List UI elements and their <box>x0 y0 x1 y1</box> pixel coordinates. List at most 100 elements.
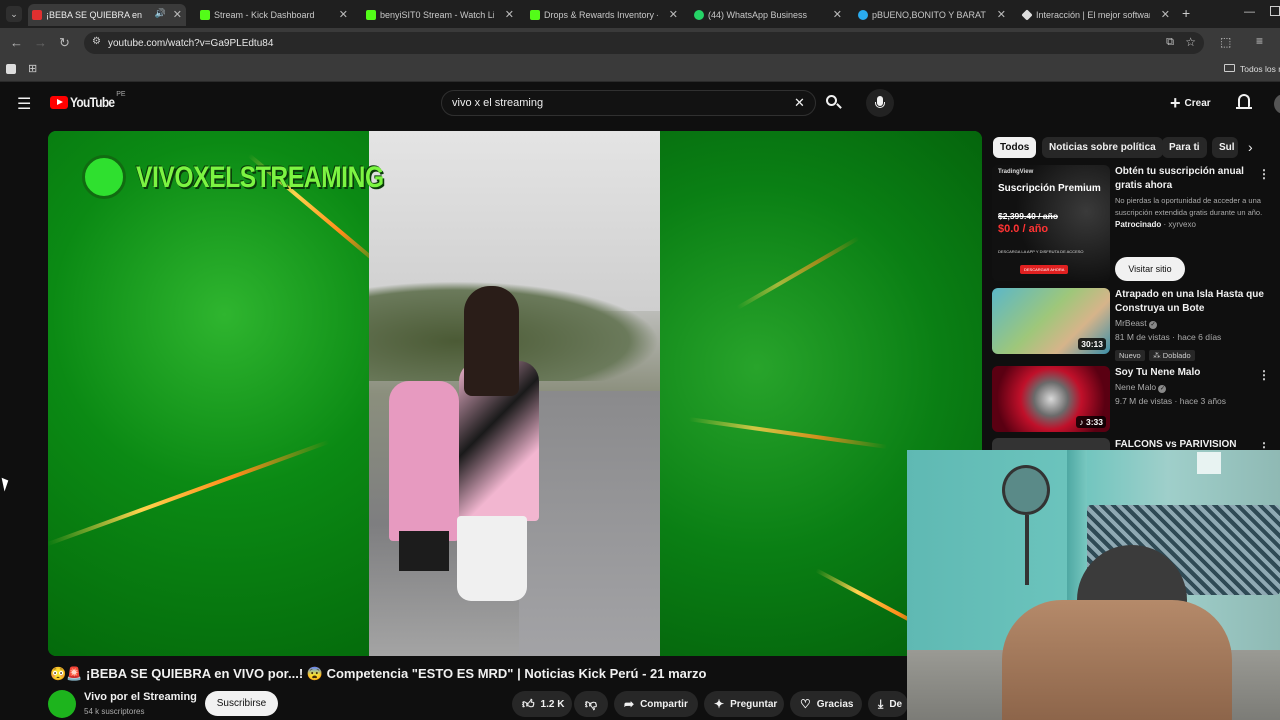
dubbed-icon: ⁂ <box>1153 351 1161 360</box>
maximize-icon[interactable] <box>1270 6 1280 16</box>
dislike-button[interactable]: 👎︎ <box>574 691 608 717</box>
whatsapp-favicon-icon <box>694 10 704 20</box>
bell-icon <box>1238 94 1250 107</box>
channel-name[interactable]: Nene Malo ✓ <box>1115 380 1265 394</box>
tab-search-icon[interactable]: ⌄ <box>6 6 22 22</box>
menu-icon[interactable]: ≡ <box>1256 34 1263 48</box>
close-tab-icon[interactable]: ✕ <box>1161 8 1170 21</box>
verified-icon: ✓ <box>1149 321 1158 329</box>
speaker-icon[interactable]: 🔊 <box>155 8 166 19</box>
share-button[interactable]: ➦ Compartir <box>614 691 698 717</box>
chip-more[interactable]: Sul <box>1212 137 1238 158</box>
tab-interaccion[interactable]: Interacción | El mejor software ✕ <box>1018 4 1174 26</box>
video-title[interactable]: Soy Tu Nene Malo <box>1115 366 1265 380</box>
tab-label: Stream - Kick Dashboard <box>214 10 315 20</box>
like-button[interactable]: 👍︎ 1.2 K <box>512 691 572 717</box>
person-white-skirt <box>457 516 527 601</box>
hamburger-menu-icon[interactable]: ☰ <box>17 94 31 114</box>
bookmark-star-icon[interactable]: ☆ <box>1185 35 1196 49</box>
tab-kick-stream[interactable]: benyiSIT0 Stream - Watch Live ✕ <box>362 4 518 26</box>
mouse-cursor-icon <box>1 476 11 492</box>
fan-head <box>1002 465 1050 515</box>
channel-name[interactable]: Vivo por el Streaming <box>84 691 197 703</box>
thumbs-down-icon: 👎︎ <box>584 696 598 711</box>
video-title: 😳🚨 ¡BEBA SE QUIEBRA en VIVO por...! 😨 Co… <box>50 666 707 681</box>
more-options-icon[interactable]: ⋮ <box>1258 440 1270 450</box>
visit-site-button[interactable]: Visitar sitio <box>1115 257 1185 281</box>
video-player[interactable]: VIVOXELSTREAMING <box>48 131 982 656</box>
ad-title[interactable]: Obtén tu suscripción anual gratis ahora <box>1115 165 1265 193</box>
dubbed-badge: ⁂ Doblado <box>1149 350 1195 361</box>
video-frame-photo <box>369 131 660 656</box>
address-bar[interactable]: ⚙ youtube.com/watch?v=Ga9PLEdtu84 ⧉ ☆ <box>84 32 1204 54</box>
ask-button[interactable]: ✦ Preguntar <box>704 691 784 717</box>
new-badge: Nuevo <box>1115 350 1145 361</box>
like-count: 1.2 K <box>540 698 565 710</box>
download-icon: ⤓ <box>878 696 884 711</box>
subscribe-button[interactable]: Suscribirse <box>205 691 278 716</box>
video-thumbnail[interactable] <box>992 438 1110 450</box>
notifications-button[interactable] <box>1236 94 1252 109</box>
video-title[interactable]: Atrapado en una Isla Hasta que Construya… <box>1115 288 1265 316</box>
new-tab-icon[interactable]: + <box>1182 5 1190 21</box>
video-thumbnail[interactable]: 30:13 <box>992 288 1110 354</box>
chip-for-you[interactable]: Para ti <box>1162 137 1207 158</box>
person-pink-shirt <box>389 381 459 541</box>
chip-all[interactable]: Todos <box>993 137 1037 158</box>
close-tab-icon[interactable]: ✕ <box>173 8 182 21</box>
tab-kick-dashboard[interactable]: Stream - Kick Dashboard ✕ <box>196 4 352 26</box>
forward-icon[interactable]: → <box>34 35 47 50</box>
tab-youtube[interactable]: ¡BEBA SE QUIEBRA en 🔊 ✕ <box>28 4 186 26</box>
thanks-button[interactable]: ♡ Gracias <box>790 691 862 717</box>
overlay-brand-text: VIVOXELSTREAMING <box>136 161 384 194</box>
reload-icon[interactable]: ↻ <box>59 35 70 51</box>
video-duration: ♪ 3:33 <box>1076 416 1106 428</box>
video-thumbnail[interactable]: ♪ 3:33 <box>992 366 1110 432</box>
back-icon[interactable]: ← <box>10 35 23 50</box>
chip-politics-news[interactable]: Noticias sobre política <box>1042 137 1163 158</box>
more-options-icon[interactable]: ⋮ <box>1258 167 1270 181</box>
tab-kick-drops[interactable]: Drops & Rewards Inventory - K ✕ <box>526 4 682 26</box>
close-tab-icon[interactable]: ✕ <box>505 8 514 21</box>
search-button[interactable] <box>816 90 850 116</box>
extensions-icon[interactable]: ⬚ <box>1220 35 1231 49</box>
more-options-icon[interactable]: ⋮ <box>1258 368 1270 382</box>
video-meta: Atrapado en una Isla Hasta que Construya… <box>1115 288 1265 363</box>
recommendation-item[interactable]: FALCONS vs PARIVISION ⋮ <box>992 438 1280 450</box>
voice-search-button[interactable] <box>866 89 894 117</box>
channel-name[interactable]: MrBeast ✓ <box>1115 316 1265 330</box>
video-title[interactable]: FALCONS vs PARIVISION <box>1115 438 1265 450</box>
recommendation-item[interactable]: ♪ 3:33 Soy Tu Nene Malo Nene Malo ✓ 9.7 … <box>992 366 1280 438</box>
ad-dot: · <box>1163 220 1167 229</box>
folder-icon[interactable] <box>1224 64 1235 72</box>
close-tab-icon[interactable]: ✕ <box>997 8 1006 21</box>
youtube-logo[interactable]: YouTube PE <box>50 91 126 110</box>
create-button[interactable]: + Crear <box>1170 92 1211 114</box>
minimize-icon[interactable]: — <box>1244 6 1255 18</box>
chevron-right-icon[interactable]: › <box>1248 139 1253 155</box>
search-input[interactable]: vivo x el streaming ✕ <box>441 90 816 116</box>
url-text: youtube.com/watch?v=Ga9PLEdtu84 <box>108 37 274 49</box>
green-screen-left <box>48 131 369 656</box>
channel-avatar[interactable] <box>48 690 76 718</box>
apps-grid-icon[interactable]: ⊞ <box>28 62 37 75</box>
tab-telegram[interactable]: pBUENO,BONITO Y BARATO ✕ <box>854 4 1010 26</box>
clear-search-icon[interactable]: ✕ <box>794 95 805 111</box>
ad-thumb-button: DESCARGAR AHORA <box>1020 265 1069 274</box>
ad-thumb-headline: Suscripción Premium <box>998 183 1101 194</box>
all-bookmarks-label[interactable]: Todos los m <box>1240 64 1280 74</box>
bookmark-icon[interactable] <box>6 64 16 74</box>
install-icon[interactable]: ⧉ <box>1166 36 1174 49</box>
avatar[interactable] <box>1274 94 1280 114</box>
site-info-icon[interactable]: ⚙ <box>92 36 101 47</box>
close-tab-icon[interactable]: ✕ <box>669 8 678 21</box>
tab-whatsapp[interactable]: (44) WhatsApp Business ✕ <box>690 4 846 26</box>
download-button[interactable]: ⤓ De <box>868 691 908 717</box>
person-hair <box>464 286 519 396</box>
close-tab-icon[interactable]: ✕ <box>833 8 842 21</box>
ad-thumbnail[interactable]: TradingView Suscripción Premium $2,399.4… <box>992 165 1110 281</box>
sponsored-ad[interactable]: TradingView Suscripción Premium $2,399.4… <box>992 165 1280 285</box>
recommendation-item[interactable]: 30:13 Atrapado en una Isla Hasta que Con… <box>992 288 1280 363</box>
close-tab-icon[interactable]: ✕ <box>339 8 348 21</box>
tab-label: pBUENO,BONITO Y BARATO <box>872 10 986 20</box>
